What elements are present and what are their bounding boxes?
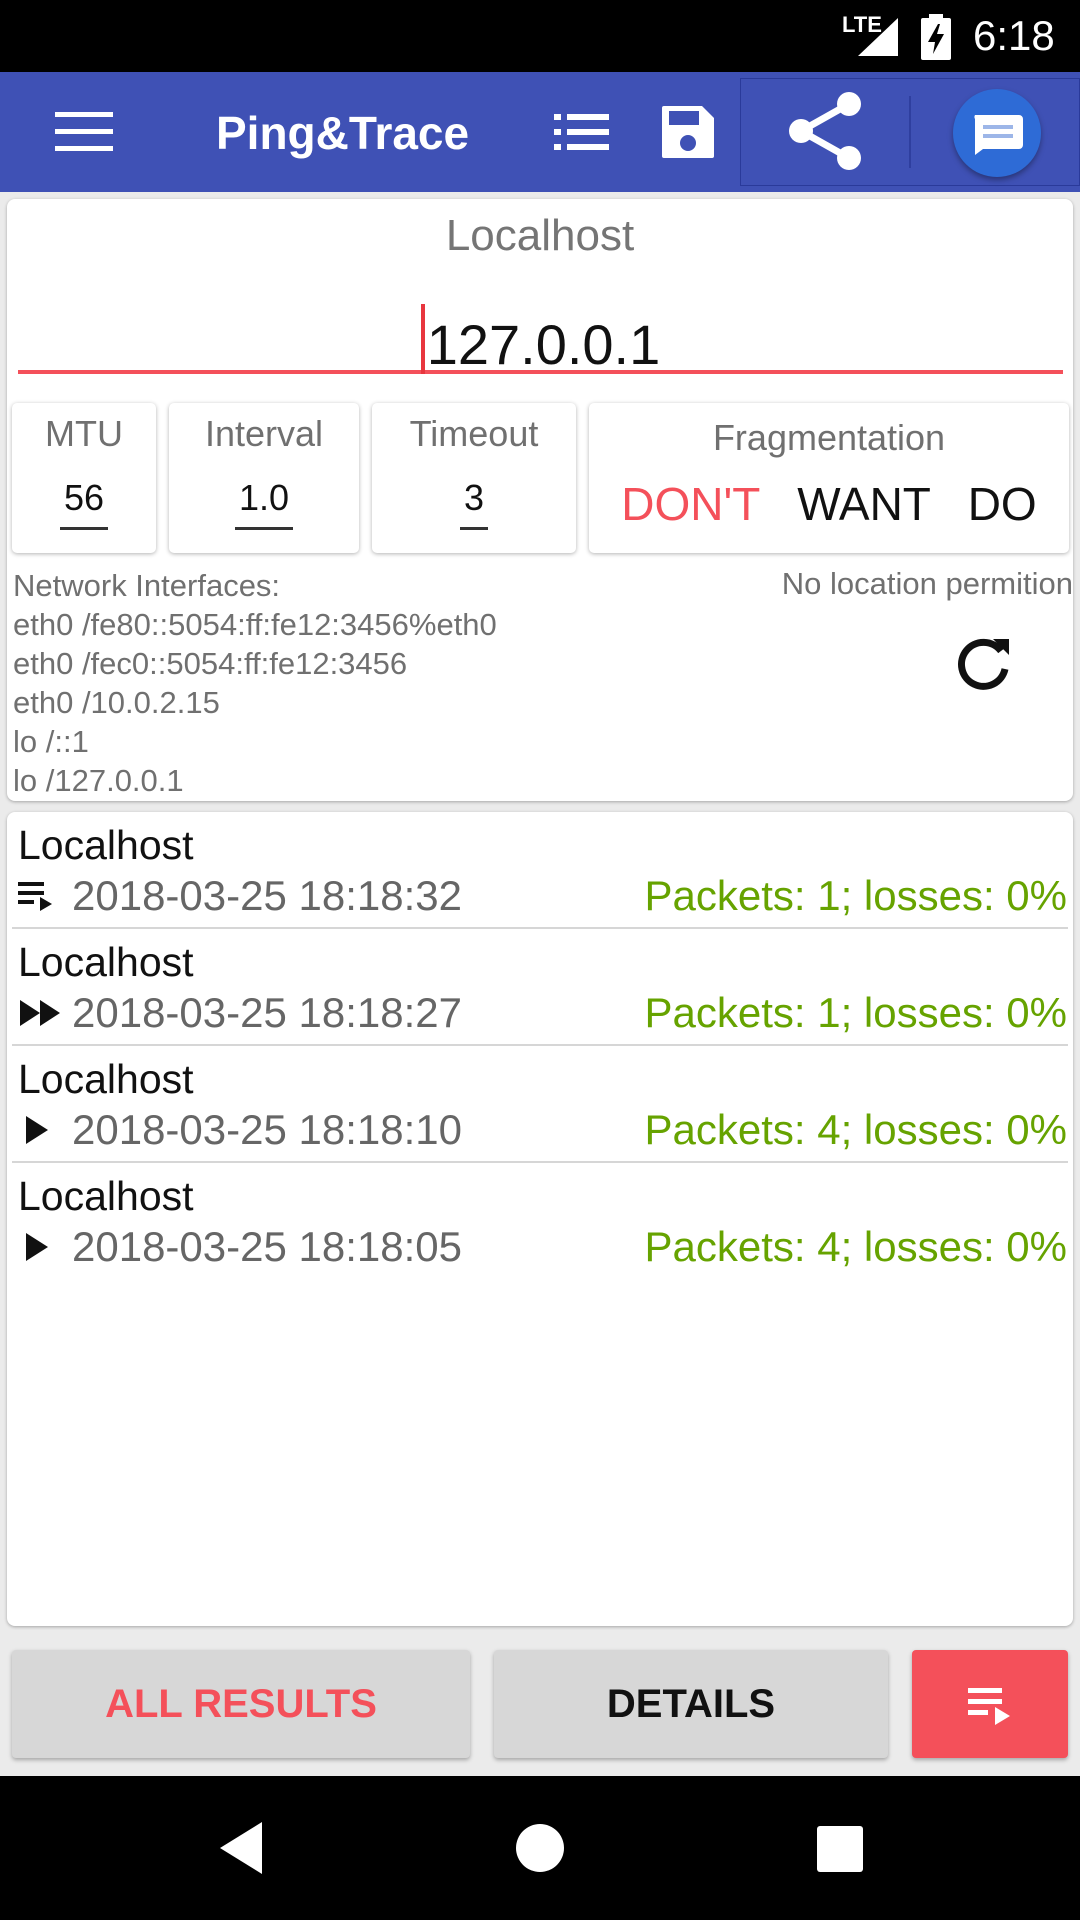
fast-forward-icon (20, 1000, 60, 1026)
host-address-input[interactable]: 127.0.0.1 (18, 284, 1063, 376)
fragmentation-option-do[interactable]: DO (968, 478, 1037, 530)
interval-value[interactable]: 1.0 (234, 477, 294, 530)
app-bar: Ping&Trace (0, 72, 1080, 192)
network-interface-item: eth0 /fec0::5054:ff:fe12:3456 (13, 646, 408, 681)
queue-icon (18, 882, 52, 911)
ping-setup-card: Localhost 127.0.0.1 MTU 56 Interval 1.0 … (7, 199, 1073, 801)
network-interface-item: lo /127.0.0.1 (13, 763, 184, 798)
status-bar: LTE 6:18 (0, 0, 1080, 72)
result-host: Localhost (18, 822, 194, 868)
fragmentation-option-want[interactable]: WANT (797, 478, 931, 530)
result-timestamp: 2018-03-25 18:18:10 (72, 1106, 462, 1153)
play-icon (26, 1233, 48, 1261)
play-icon (26, 1116, 48, 1144)
network-interface-item: eth0 /fe80::5054:ff:fe12:3456%eth0 (13, 607, 497, 642)
recent-apps-icon[interactable] (817, 1826, 863, 1872)
message-icon (974, 115, 1023, 155)
clock: 6:18 (973, 12, 1055, 59)
result-row[interactable]: Localhost 2018-03-25 18:18:27 Packets: 1… (7, 929, 1073, 1046)
result-host: Localhost (18, 1056, 194, 1102)
network-interface-item: lo /::1 (13, 724, 89, 759)
timeout-field[interactable]: Timeout 3 (372, 403, 576, 553)
details-button[interactable]: DETAILS (494, 1650, 888, 1758)
queue-play-icon (968, 1688, 1010, 1726)
result-stats: Packets: 4; losses: 0% (644, 1106, 1067, 1153)
all-results-button[interactable]: ALL RESULTS (12, 1650, 470, 1758)
toolbar-divider (909, 96, 911, 168)
share-icon[interactable] (785, 90, 867, 172)
battery-charging-icon (921, 14, 951, 60)
back-icon[interactable] (216, 1820, 266, 1876)
host-label: Localhost (445, 211, 635, 260)
results-list: Localhost 2018-03-25 18:18:32 Packets: 1… (7, 812, 1073, 1626)
run-queue-button[interactable] (912, 1650, 1068, 1758)
mtu-label: MTU (45, 413, 123, 454)
fragmentation-option-dont[interactable]: DON'T (621, 478, 760, 530)
interval-label: Interval (204, 413, 324, 454)
result-stats: Packets: 1; losses: 0% (644, 872, 1067, 919)
save-icon[interactable] (660, 104, 716, 160)
interval-field[interactable]: Interval 1.0 (169, 403, 359, 553)
network-interfaces-label: Network Interfaces: (13, 568, 281, 603)
refresh-icon[interactable] (953, 633, 1013, 693)
result-timestamp: 2018-03-25 18:18:32 (72, 872, 462, 919)
result-row[interactable]: Localhost 2018-03-25 18:18:32 Packets: 1… (7, 812, 1073, 929)
fragmentation-label: Fragmentation (712, 417, 946, 458)
signal-icon (858, 18, 898, 56)
result-host: Localhost (18, 939, 194, 985)
bottom-action-bar: ALL RESULTS DETAILS (0, 1630, 1080, 1776)
messages-button[interactable] (953, 89, 1041, 177)
system-nav-bar (0, 1776, 1080, 1920)
result-host: Localhost (18, 1173, 194, 1219)
mtu-value[interactable]: 56 (59, 477, 109, 530)
result-row[interactable]: Localhost 2018-03-25 18:18:05 Packets: 4… (7, 1163, 1073, 1280)
location-status: No location permition (781, 566, 1073, 601)
timeout-label: Timeout (409, 413, 539, 454)
mtu-field[interactable]: MTU 56 (12, 403, 156, 553)
fragmentation-field: Fragmentation DON'T WANT DO (589, 403, 1069, 553)
menu-icon[interactable] (55, 110, 113, 154)
result-row[interactable]: Localhost 2018-03-25 18:18:10 Packets: 4… (7, 1046, 1073, 1163)
result-timestamp: 2018-03-25 18:18:05 (72, 1223, 462, 1270)
home-icon[interactable] (516, 1824, 564, 1872)
result-stats: Packets: 1; losses: 0% (644, 989, 1067, 1036)
result-stats: Packets: 4; losses: 0% (644, 1223, 1067, 1270)
list-icon[interactable] (554, 112, 610, 152)
network-interfaces-list: eth0 /fe80::5054:ff:fe12:3456%eth0 eth0 … (13, 605, 497, 800)
timeout-value[interactable]: 3 (459, 477, 489, 530)
text-cursor (420, 304, 425, 374)
result-timestamp: 2018-03-25 18:18:27 (72, 989, 462, 1036)
network-interface-item: eth0 /10.0.2.15 (13, 685, 220, 720)
app-title: Ping&Trace (216, 107, 470, 159)
host-address-value: 127.0.0.1 (426, 313, 661, 376)
fragmentation-options: DON'T WANT DO (589, 477, 1069, 531)
